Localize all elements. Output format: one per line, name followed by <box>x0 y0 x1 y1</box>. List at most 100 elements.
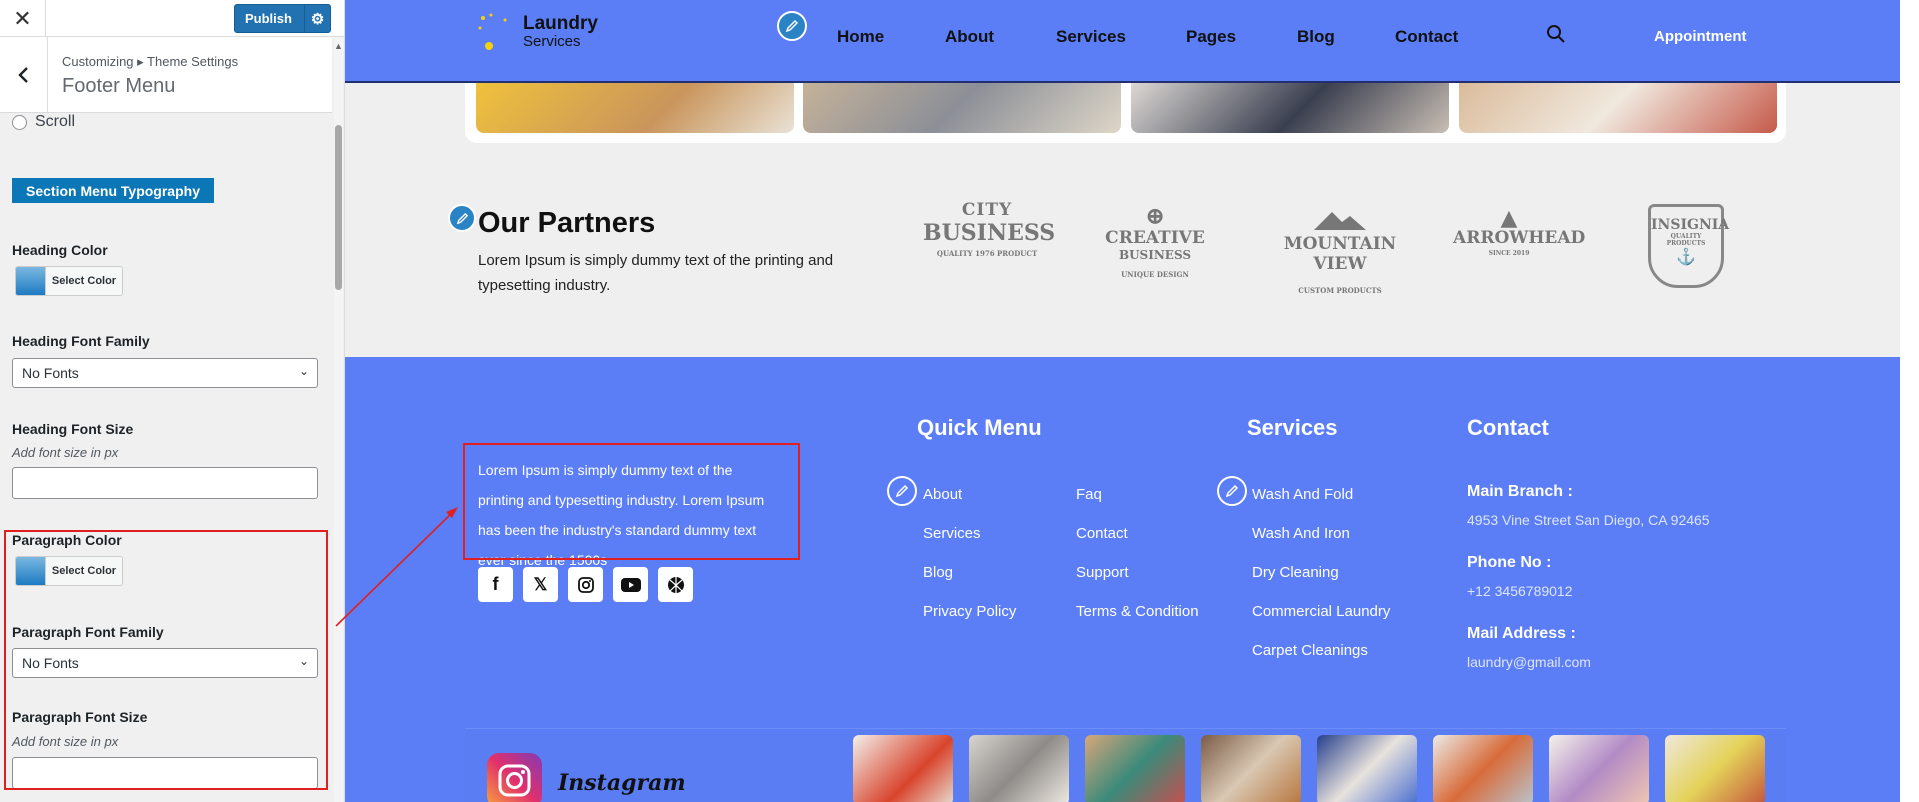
partner-logo-city-business[interactable]: CITY BUSINESS QUALITY 1976 PRODUCT <box>923 200 1056 258</box>
footer-service-item[interactable]: Wash And Fold <box>1252 486 1353 503</box>
footer-link-terms[interactable]: Terms & Condition <box>1076 603 1199 620</box>
color-swatch <box>16 267 46 295</box>
partner-logo-line1: CITY <box>961 200 1013 220</box>
quick-menu-title: Quick Menu <box>917 415 1042 440</box>
breadcrumb: Customizing ▸ Theme Settings <box>62 54 239 69</box>
dribbble-icon[interactable] <box>658 567 693 602</box>
nav-blog[interactable]: Blog <box>1297 27 1335 47</box>
partner-logo-mountain-view[interactable]: MOUNTAIN VIEW CUSTOM PRODUCTS <box>1269 208 1411 295</box>
logo-mark-icon <box>478 13 507 50</box>
footer-service-item[interactable]: Carpet Cleanings <box>1252 642 1368 659</box>
nav-contact[interactable]: Contact <box>1395 27 1458 47</box>
radio-label: Scroll <box>35 113 76 130</box>
footer-service-item[interactable]: Dry Cleaning <box>1252 564 1339 581</box>
publish-label: Publish <box>245 11 292 26</box>
instagram-thumb[interactable] <box>1317 735 1417 802</box>
instagram-logo-icon <box>487 753 542 802</box>
chevron-left-icon <box>17 67 28 83</box>
partner-logo-line3: SINCE 2019 <box>1488 250 1530 257</box>
site-preview: Laundry Services Home About Services Pag… <box>345 0 1905 802</box>
partner-logo-mark: ⊕ <box>1144 201 1166 230</box>
edit-pencil-icon[interactable] <box>887 476 917 506</box>
section-menu-typography-button[interactable]: Section Menu Typography <box>12 178 214 203</box>
edit-pencil-icon[interactable] <box>1217 476 1247 506</box>
footer-service-item[interactable]: Wash And Iron <box>1252 525 1350 542</box>
site-navbar: Laundry Services Home About Services Pag… <box>345 0 1905 83</box>
youtube-icon[interactable] <box>613 567 648 602</box>
heading-font-size-description: Add font size in px <box>12 445 119 460</box>
heading-color-label: Heading Color <box>12 242 108 258</box>
contact-title: Contact <box>1467 415 1549 440</box>
radio-button[interactable] <box>12 114 27 130</box>
search-icon[interactable] <box>1546 24 1566 44</box>
instagram-thumb[interactable] <box>1433 735 1533 802</box>
close-icon[interactable]: ✕ <box>0 0 46 37</box>
customizer-topbar: ✕ Publish ⚙ <box>0 0 344 37</box>
customizer-section-header: Customizing ▸ Theme Settings Footer Menu <box>0 37 332 113</box>
anchor-icon: ⚓ <box>1676 247 1696 266</box>
instagram-thumb[interactable] <box>853 735 953 802</box>
logo-subtitle: Services <box>523 33 581 50</box>
instagram-thumb[interactable] <box>1549 735 1649 802</box>
chevron-down-icon: ⌄ <box>298 364 309 378</box>
customizer-panel: ✕ Publish ⚙ Customizing ▸ Theme Settings… <box>0 0 345 802</box>
partner-logo-line1: MOUNTAIN VIEW <box>1283 234 1397 274</box>
partner-logo-line1: ARROWHEAD <box>1453 228 1586 248</box>
highlight-box-footer-text <box>463 443 800 560</box>
mail-label: Mail Address : <box>1467 625 1576 642</box>
gear-icon[interactable]: ⚙ <box>304 5 330 32</box>
scroll-radio-option[interactable]: Scroll <box>12 113 75 131</box>
partners-title: Our Partners <box>478 207 656 239</box>
partner-logo-line3: QUALITY 1976 PRODUCT <box>936 249 1038 258</box>
x-twitter-icon[interactable]: 𝕏 <box>523 567 558 602</box>
footer-link-support[interactable]: Support <box>1076 564 1129 581</box>
partner-logo-line3: QUALITY PRODUCTS <box>1666 233 1706 247</box>
mountain-icon <box>1314 212 1366 230</box>
heading-font-family-select[interactable]: No Fonts ⌄ <box>12 358 318 388</box>
footer-link-contact[interactable]: Contact <box>1076 525 1128 542</box>
highlight-box-paragraph-settings <box>4 530 328 790</box>
appointment-button[interactable]: Appointment <box>1654 28 1746 45</box>
footer-service-item[interactable]: Commercial Laundry <box>1252 603 1390 620</box>
instagram-thumb[interactable] <box>969 735 1069 802</box>
publish-button[interactable]: Publish ⚙ <box>234 4 331 33</box>
edit-pencil-icon[interactable] <box>777 11 807 41</box>
footer-link-blog[interactable]: Blog <box>923 564 953 581</box>
partner-logo-creative-business[interactable]: ⊕ CREATIVE BUSINESS UNIQUE DESIGN <box>1103 201 1207 280</box>
panel-title: Footer Menu <box>62 75 176 97</box>
site-right-gutter <box>1900 0 1905 802</box>
footer-link-privacy-policy[interactable]: Privacy Policy <box>923 603 1016 620</box>
footer-link-services[interactable]: Services <box>923 525 981 542</box>
main-branch-label: Main Branch : <box>1467 483 1573 500</box>
heading-font-size-label: Heading Font Size <box>12 421 134 437</box>
select-color-label: Select Color <box>51 275 117 287</box>
phone-value[interactable]: +12 3456789012 <box>1467 583 1573 599</box>
instagram-thumb[interactable] <box>1201 735 1301 802</box>
footer-link-faq[interactable]: Faq <box>1076 486 1102 503</box>
edit-pencil-icon[interactable] <box>448 204 476 232</box>
partner-logo-line2: BUSINESS <box>923 220 1056 246</box>
select-value: No Fonts <box>22 365 79 381</box>
nav-about[interactable]: About <box>945 27 994 47</box>
partner-logo-arrowhead[interactable]: ▲ ARROWHEAD SINCE 2019 <box>1453 207 1586 257</box>
customizer-scrollbar[interactable]: ▲ <box>332 37 344 802</box>
heading-color-picker[interactable]: Select Color <box>15 266 123 296</box>
partner-logo-line3: UNIQUE DESIGN <box>1121 270 1189 279</box>
footer-link-about[interactable]: About <box>923 486 962 503</box>
scroll-up-icon[interactable]: ▲ <box>334 41 343 51</box>
nav-services[interactable]: Services <box>1056 27 1126 47</box>
mail-value[interactable]: laundry@gmail.com <box>1467 654 1591 670</box>
heading-font-size-input[interactable] <box>12 467 318 499</box>
facebook-icon[interactable]: f <box>478 567 513 602</box>
partner-logo-insignia[interactable]: INSIGNIA QUALITY PRODUCTS ⚓ <box>1648 204 1729 288</box>
instagram-thumb[interactable] <box>1085 735 1185 802</box>
instagram-thumb[interactable] <box>1665 735 1765 802</box>
scrollbar-thumb[interactable] <box>335 125 342 290</box>
instagram-icon[interactable] <box>568 567 603 602</box>
nav-pages[interactable]: Pages <box>1186 27 1236 47</box>
instagram-label: Instagram <box>558 770 686 796</box>
back-button[interactable] <box>0 37 48 113</box>
partners-description: Lorem Ipsum is simply dummy text of the … <box>478 252 834 294</box>
partner-logo-line2: BUSINESS <box>1118 248 1192 262</box>
nav-home[interactable]: Home <box>837 27 884 47</box>
